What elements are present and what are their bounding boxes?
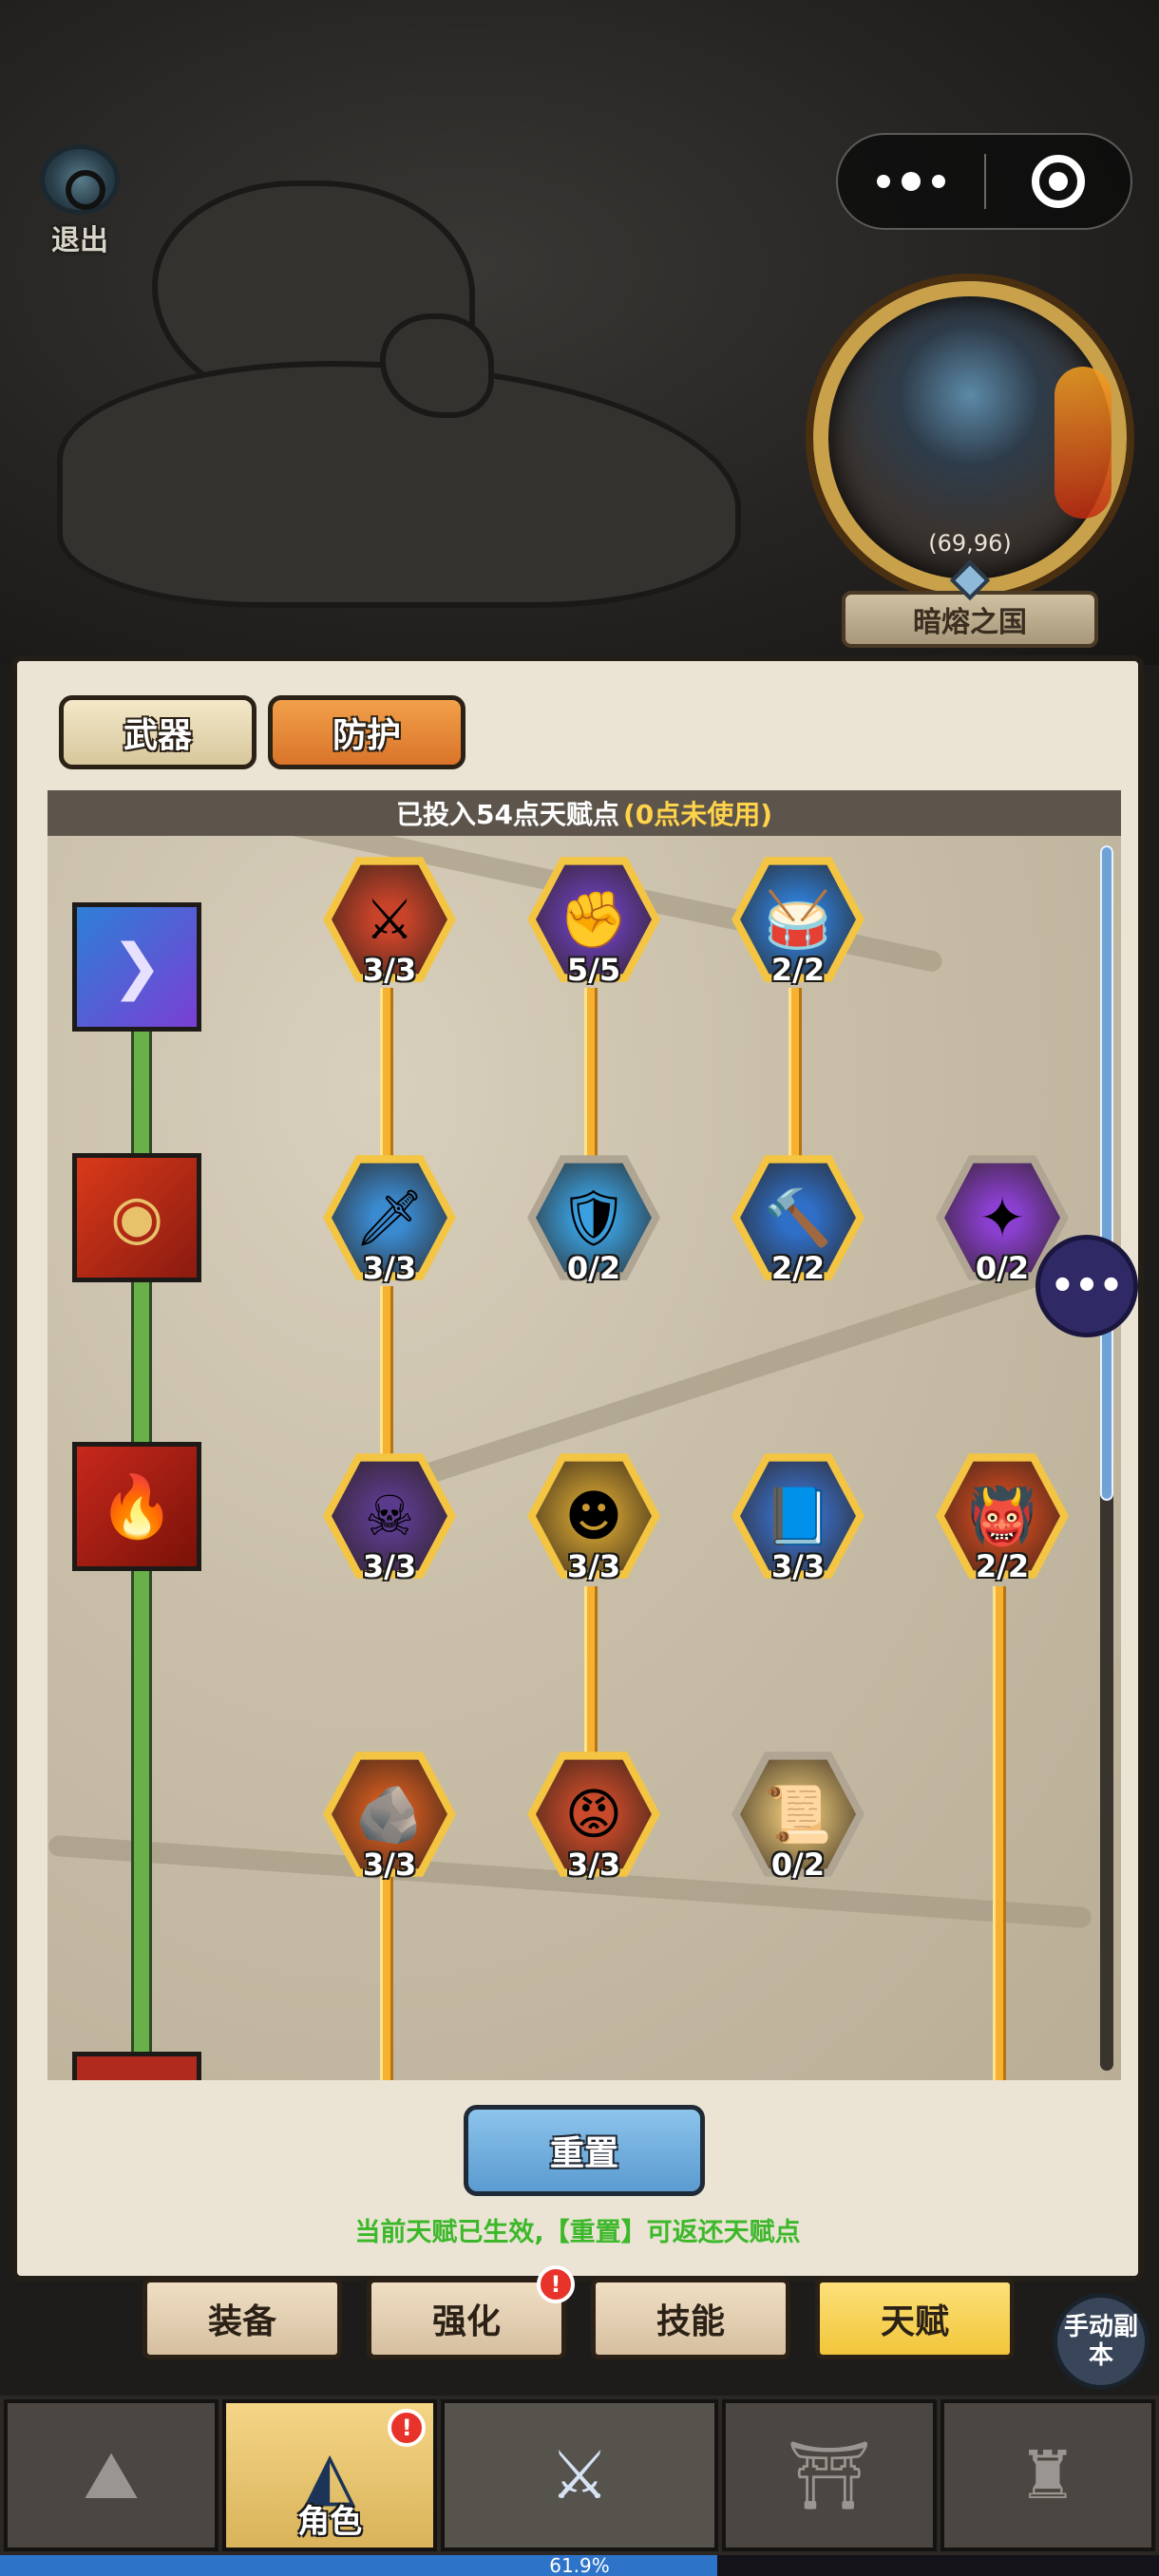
- talent-node[interactable]: 🪨 3/3: [323, 1748, 456, 1890]
- talent-link: [380, 1286, 393, 1457]
- talent-level: 3/3: [566, 1548, 621, 1584]
- mini-program-capsule: [836, 133, 1132, 230]
- lava-decoration: [1054, 367, 1112, 519]
- more-menu-button[interactable]: [838, 172, 984, 191]
- talent-level: 5/5: [566, 952, 621, 988]
- chat-button[interactable]: •••: [1036, 1235, 1138, 1337]
- close-mini-program-button[interactable]: [986, 155, 1130, 208]
- minimap[interactable]: (69,96) 暗熔之国: [794, 281, 1146, 652]
- portal-icon: [40, 144, 120, 215]
- talent-level: 3/3: [362, 952, 417, 988]
- nav-castle[interactable]: ♜: [940, 2399, 1155, 2551]
- points-unused-text: (0点未使用): [622, 799, 773, 830]
- talent-node[interactable]: 🔨 2/2: [732, 1151, 864, 1294]
- talent-points-summary: 已投入54点天赋点 (0点未使用): [48, 790, 1121, 836]
- talent-node[interactable]: 📜 0/2: [732, 1748, 864, 1890]
- nav-character[interactable]: ◭ 角色 !: [222, 2399, 438, 2551]
- fortress-icon: ⛩: [787, 2435, 872, 2514]
- talent-tabs: 武器 防护: [59, 695, 466, 769]
- talent-level: 2/2: [975, 1548, 1030, 1584]
- talent-tree[interactable]: ❯ ◉ 🔥 ⚔ 3/3 ✊ 5/5 🥁 2/2 🗡 3/3 🛡 0/2 🔨 2/2 ✦ 0/2 ☠ 3/3 ☻ 3…: [48, 836, 1121, 2080]
- exit-button[interactable]: 退出: [36, 144, 124, 258]
- talent-link: [584, 1586, 598, 1757]
- character-subnav: 装备 强化! 技能 天赋: [142, 2265, 1015, 2359]
- bottom-nav: ⛰ ◭ 角色 ! ⚔ ⛩ ♜: [0, 2396, 1159, 2555]
- talent-link: [380, 988, 393, 1159]
- talent-level: 3/3: [566, 1847, 621, 1883]
- talent-node[interactable]: 🥁 2/2: [732, 853, 864, 995]
- talent-link: [380, 1877, 393, 2080]
- talent-node[interactable]: ✊ 5/5: [527, 853, 660, 995]
- subtab-label: 装备: [207, 2302, 276, 2341]
- tier-4-icon: [72, 2052, 201, 2080]
- dot-icon: [902, 172, 921, 191]
- talent-node[interactable]: 📘 3/3: [732, 1449, 864, 1592]
- talent-node[interactable]: ⚔ 3/3: [323, 853, 456, 995]
- talent-level: 0/2: [770, 1847, 826, 1883]
- castle-icon: ♜: [1017, 2436, 1078, 2514]
- tier-2-icon: ◉: [72, 1153, 201, 1282]
- points-invested-text: 已投入54点天赋点: [395, 799, 619, 830]
- subtab-label: 强化: [431, 2302, 501, 2341]
- talent-node[interactable]: 👹 2/2: [936, 1449, 1069, 1592]
- exit-label: 退出: [51, 224, 108, 257]
- subtab-label: 天赋: [880, 2302, 949, 2341]
- chat-icon: •••: [1050, 1264, 1124, 1308]
- talent-level: 2/2: [770, 952, 826, 988]
- talent-node[interactable]: 🛡 0/2: [527, 1151, 660, 1294]
- dot-icon: [932, 175, 945, 188]
- tier-1-icon: ❯: [72, 902, 201, 1032]
- nav-fortress[interactable]: ⛩: [721, 2399, 937, 2551]
- talent-level: 0/2: [566, 1250, 621, 1286]
- tree-scrollbar[interactable]: [1100, 845, 1113, 2071]
- alert-badge: !: [537, 2265, 575, 2303]
- subtab-talent[interactable]: 天赋: [815, 2278, 1015, 2359]
- manual-dungeon-button[interactable]: 手动副本: [1053, 2293, 1150, 2390]
- dot-icon: [877, 175, 890, 188]
- subtab-skills[interactable]: 技能: [591, 2278, 790, 2359]
- nav-rock[interactable]: ⛰: [4, 2399, 219, 2551]
- progress-text: 61.9%: [549, 2554, 610, 2576]
- rock-icon: ⛰: [83, 2435, 140, 2514]
- target-icon: [1031, 155, 1085, 208]
- scrollbar-thumb[interactable]: [1100, 845, 1113, 1501]
- talent-node[interactable]: 🗡 3/3: [323, 1151, 456, 1294]
- talent-node[interactable]: 😡 3/3: [527, 1748, 660, 1890]
- talent-level: 3/3: [362, 1847, 417, 1883]
- progress-bar: 61.9%: [0, 2555, 1159, 2576]
- reset-hint: 当前天赋已生效,【重置】可返还天赋点: [354, 2218, 801, 2247]
- subtab-equipment[interactable]: 装备: [142, 2278, 342, 2359]
- talent-link: [584, 988, 598, 1159]
- reset-button[interactable]: 重置: [464, 2105, 705, 2196]
- talent-level: 3/3: [362, 1250, 417, 1286]
- nav-battle[interactable]: ⚔: [441, 2399, 718, 2551]
- talent-level: 2/2: [770, 1250, 826, 1286]
- subtab-enhance[interactable]: 强化!: [367, 2265, 575, 2359]
- talent-node[interactable]: ☻ 3/3: [527, 1449, 660, 1592]
- alert-badge: !: [388, 2409, 427, 2447]
- talent-link: [993, 1586, 1006, 2080]
- nav-character-label: 角色: [297, 2503, 363, 2541]
- talent-node[interactable]: ☠ 3/3: [323, 1449, 456, 1592]
- talent-level: 3/3: [362, 1548, 417, 1584]
- talent-panel: 武器 防护 已投入54点天赋点 (0点未使用) ❯ ◉ 🔥 ⚔ 3/3 ✊ 5/5 🥁 2…: [11, 655, 1144, 2282]
- minimap-coordinates: (69,96): [928, 530, 1012, 557]
- tier-3-icon: 🔥: [72, 1442, 201, 1571]
- crossed-swords-icon: ⚔: [549, 2436, 610, 2514]
- talent-level: 3/3: [770, 1548, 826, 1584]
- subtab-label: 技能: [656, 2302, 725, 2341]
- talent-link: [788, 988, 802, 1159]
- tab-weapon[interactable]: 武器: [59, 695, 256, 769]
- tab-armor[interactable]: 防护: [268, 695, 466, 769]
